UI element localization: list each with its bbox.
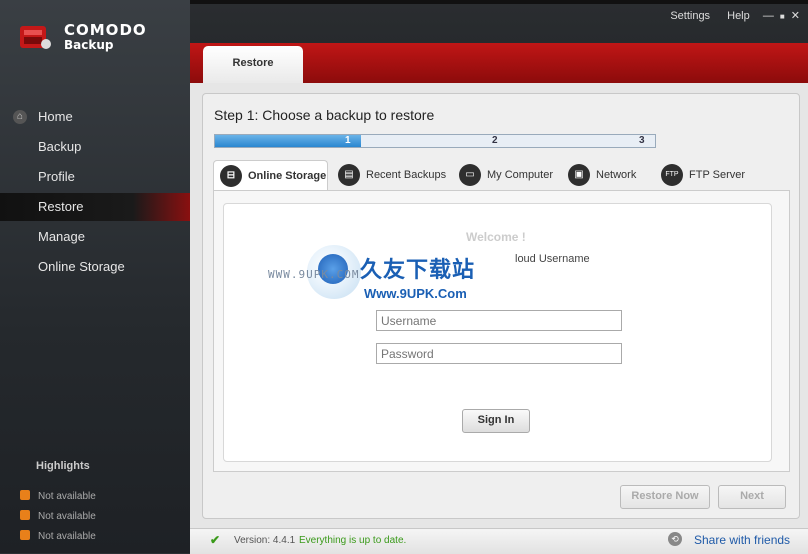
highlight-item[interactable]: Not available bbox=[20, 510, 96, 524]
tab-network[interactable]: ▣ Network bbox=[568, 160, 636, 190]
my-computer-icon: ▭ bbox=[459, 164, 481, 187]
sidebar-item-home[interactable]: ⌂ Home bbox=[0, 103, 190, 131]
restore-now-button[interactable]: Restore Now bbox=[620, 485, 710, 509]
watermark-url: Www.9UPK.Com bbox=[364, 286, 467, 301]
tab-ftp-server[interactable]: FTP FTP Server bbox=[661, 160, 745, 190]
brand-name: COMODO bbox=[64, 21, 147, 39]
tab-online-storage[interactable]: ⊟ Online Storage bbox=[213, 160, 328, 190]
settings-link[interactable]: Settings bbox=[670, 10, 710, 22]
step-progress-bar: 1 2 3 bbox=[214, 134, 656, 148]
sidebar-item-label: Backup bbox=[38, 139, 82, 154]
sidebar-item-label: Restore bbox=[38, 199, 84, 214]
rss-icon bbox=[20, 490, 30, 501]
password-input[interactable] bbox=[376, 343, 622, 364]
update-status: Everything is up to date. bbox=[299, 535, 407, 546]
rss-icon bbox=[20, 530, 30, 541]
sidebar-item-restore[interactable]: Restore bbox=[0, 193, 190, 221]
share-icon: ⟲ bbox=[668, 532, 682, 546]
checkmark-icon: ✔ bbox=[210, 533, 221, 547]
tab-recent-backups[interactable]: ▤ Recent Backups bbox=[338, 160, 446, 190]
progress-fill bbox=[215, 135, 361, 147]
step-title: Step 1: Choose a backup to restore bbox=[214, 107, 435, 123]
tab-restore[interactable]: Restore bbox=[203, 46, 303, 84]
home-icon: ⌂ bbox=[13, 110, 27, 124]
username-note: loud Username bbox=[515, 253, 590, 265]
step-number: 1 bbox=[345, 135, 351, 146]
next-button[interactable]: Next bbox=[718, 485, 786, 509]
recent-backups-icon: ▤ bbox=[338, 164, 360, 187]
brand-product: Backup bbox=[64, 38, 114, 52]
share-link[interactable]: Share with friends bbox=[694, 533, 790, 547]
sidebar-item-label: Home bbox=[38, 109, 73, 124]
step-number: 2 bbox=[492, 135, 498, 146]
watermark-text: 久友下载站 bbox=[360, 257, 476, 282]
highlights-title: Highlights bbox=[36, 460, 90, 472]
maximize-icon[interactable]: ■ bbox=[780, 12, 785, 21]
network-icon: ▣ bbox=[568, 164, 590, 187]
sidebar-item-manage[interactable]: Manage bbox=[0, 223, 190, 251]
comodo-logo-icon bbox=[20, 26, 51, 49]
sidebar-item-label: Online Storage bbox=[38, 259, 125, 274]
username-input[interactable] bbox=[376, 310, 622, 331]
brand: COMODO Backup bbox=[64, 22, 147, 52]
welcome-text: Welcome ! bbox=[466, 230, 526, 244]
close-icon[interactable]: ✕ bbox=[791, 10, 800, 22]
minimize-icon[interactable]: — bbox=[763, 10, 774, 22]
sidebar-item-label: Profile bbox=[38, 169, 75, 184]
watermark-www: WWW.9UPK.COM bbox=[268, 268, 360, 281]
version-text: Version: 4.4.1 bbox=[234, 535, 296, 546]
sidebar-item-profile[interactable]: Profile bbox=[0, 163, 190, 191]
online-storage-icon: ⊟ bbox=[220, 165, 242, 188]
ftp-server-icon: FTP bbox=[661, 164, 683, 187]
sign-in-button[interactable]: Sign In bbox=[462, 409, 530, 433]
help-link[interactable]: Help bbox=[727, 10, 750, 22]
tab-my-computer[interactable]: ▭ My Computer bbox=[459, 160, 553, 190]
sidebar-item-backup[interactable]: Backup bbox=[0, 133, 190, 161]
rss-icon bbox=[20, 510, 30, 521]
sidebar-item-online-storage[interactable]: Online Storage bbox=[0, 253, 190, 281]
highlight-item[interactable]: Not available bbox=[20, 530, 96, 544]
step-number: 3 bbox=[639, 135, 645, 146]
highlight-item[interactable]: Not available bbox=[20, 490, 96, 504]
header-links: Settings Help — ■ ✕ bbox=[656, 9, 800, 22]
sidebar-item-label: Manage bbox=[38, 229, 85, 244]
